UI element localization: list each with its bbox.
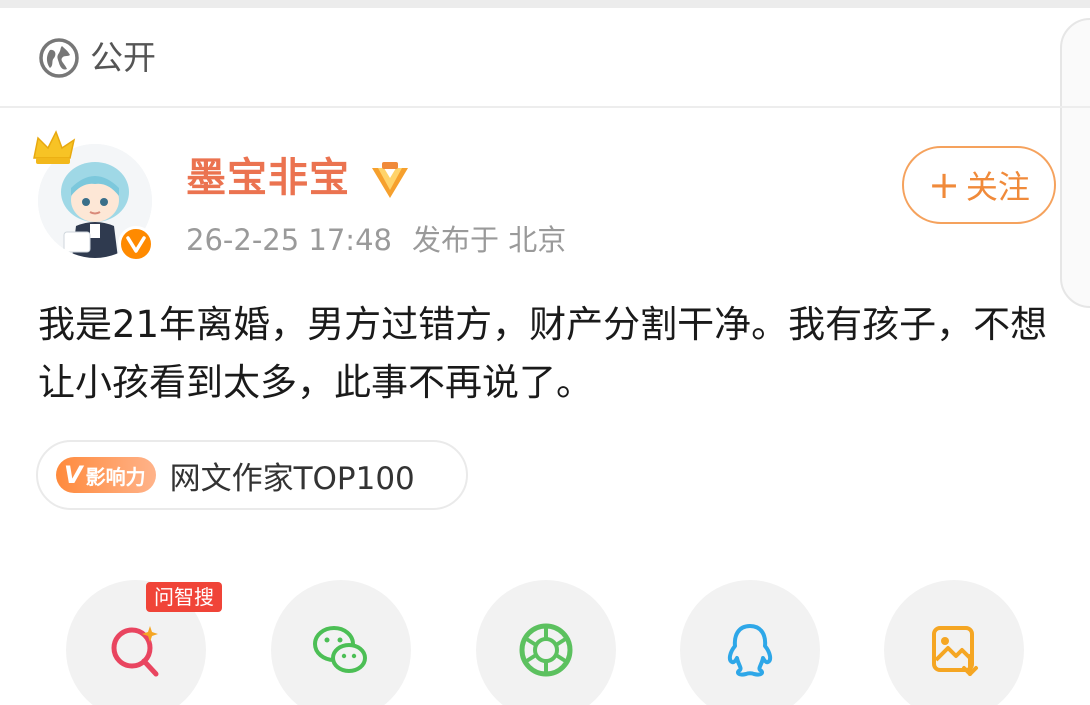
influence-tag[interactable]: V 影响力 网文作家TOP100: [36, 440, 468, 510]
save-image-button[interactable]: [884, 580, 1024, 705]
post-meta: 26-2-25 17:48 发布于 北京: [186, 218, 566, 262]
share-wechat-button[interactable]: [271, 580, 411, 705]
follow-label: 关注: [965, 168, 1030, 206]
save-image-icon: [932, 626, 978, 676]
author-avatar[interactable]: [30, 128, 160, 268]
influence-tag-text: 网文作家TOP100: [169, 460, 415, 497]
influence-badge: V 影响力: [56, 457, 156, 493]
plus-icon: +: [928, 163, 960, 207]
follow-button[interactable]: + 关注: [902, 146, 1056, 224]
crown-icon: [33, 130, 76, 164]
post-location: 发布于 北京: [411, 223, 567, 257]
visibility-label: 公开: [90, 38, 156, 77]
verified-v-icon: [126, 236, 146, 253]
wechat-icon: [313, 626, 367, 673]
post-body: 我是21年离婚，男方过错方，财产分割干净。我有孩子，不想让小孩看到太多，此事不再…: [38, 303, 1048, 404]
moments-icon: [519, 623, 573, 677]
influence-badge-label: 影响力: [85, 464, 146, 489]
member-level-icon[interactable]: [368, 160, 412, 200]
v-influence-icon: V: [64, 461, 83, 489]
top-edge: [0, 0, 1090, 8]
share-moments-button[interactable]: [476, 580, 616, 705]
post-timestamp: 26-2-25 17:48: [186, 223, 392, 257]
share-qq-button[interactable]: [680, 580, 820, 705]
side-panel-handle[interactable]: [1060, 18, 1090, 308]
author-name[interactable]: 墨宝非宝: [186, 150, 350, 206]
header-divider: [0, 106, 1090, 108]
ai-search-label: 问智搜: [146, 582, 222, 612]
globe-icon: [39, 38, 79, 78]
qq-icon: [727, 624, 773, 677]
ai-search-icon: [111, 626, 159, 677]
visibility-indicator[interactable]: 公开: [38, 36, 156, 80]
verified-badge: [118, 226, 154, 262]
